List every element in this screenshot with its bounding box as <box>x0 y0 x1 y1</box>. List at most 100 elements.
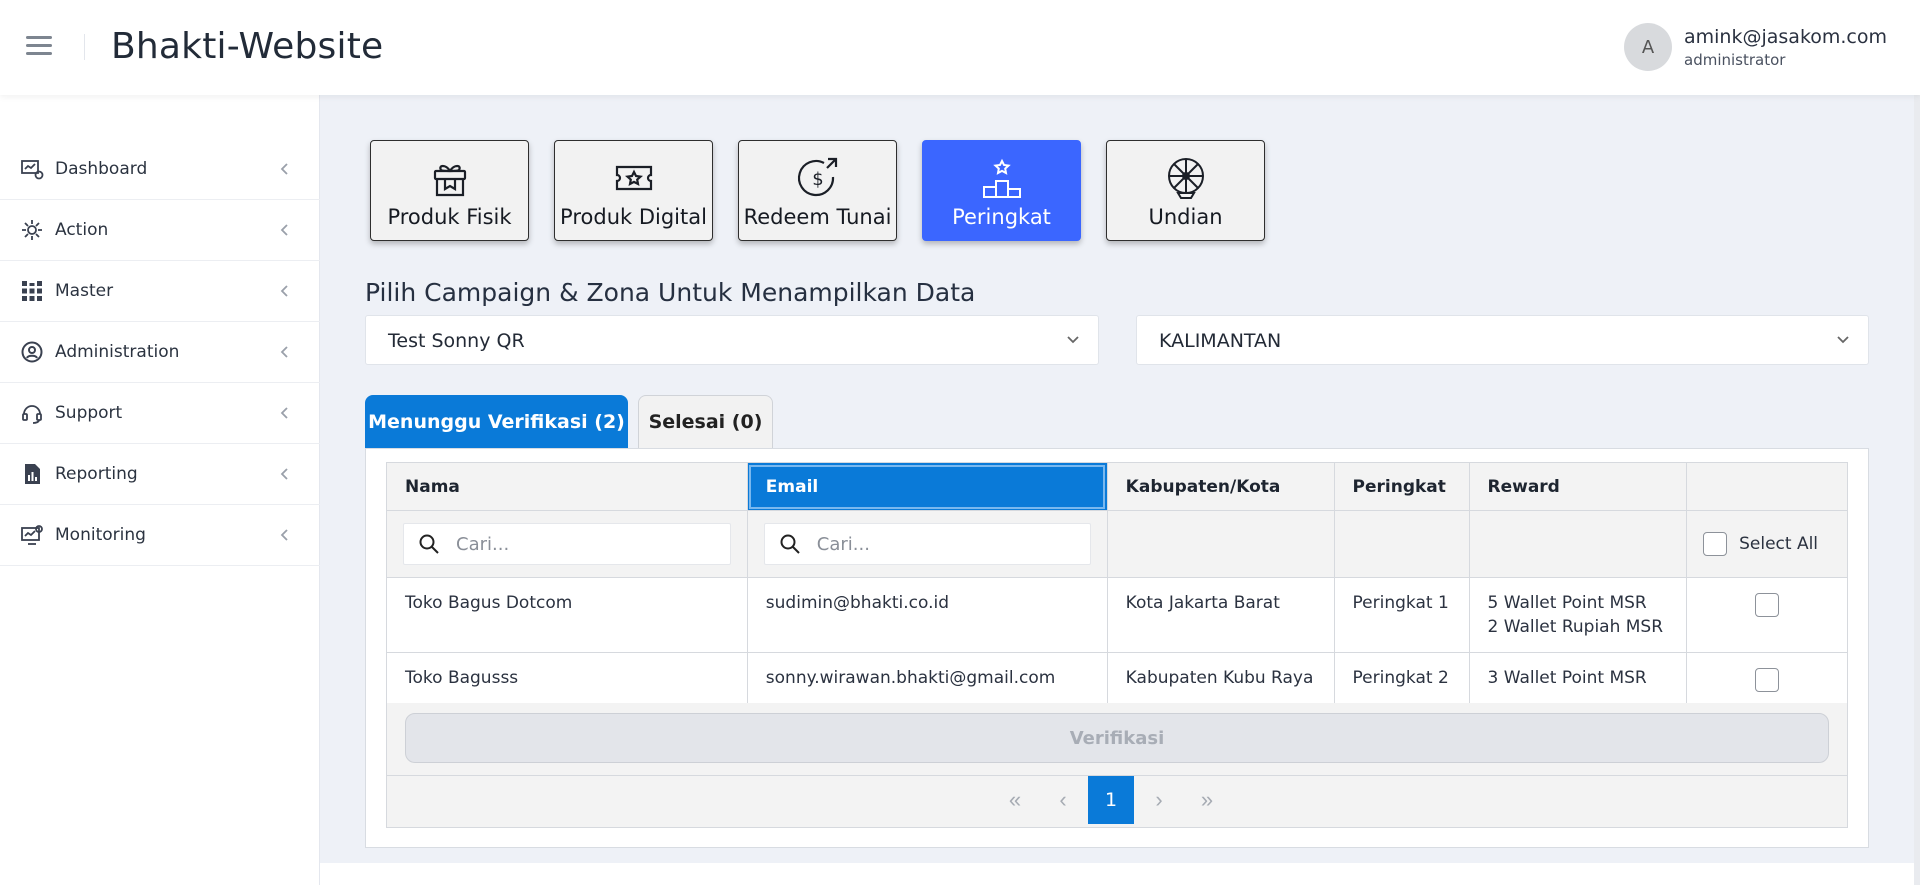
search-email[interactable] <box>763 523 1091 565</box>
chevron-left-icon <box>280 527 290 543</box>
sidebar-item-support[interactable]: Support <box>0 383 320 444</box>
bottom-strip <box>320 863 1920 885</box>
cell-kota: Kota Jakarta Barat <box>1106 577 1335 653</box>
sidebar-item-administration[interactable]: Administration <box>0 322 320 383</box>
sidebar-item-reporting[interactable]: Reporting <box>0 444 320 505</box>
avatar[interactable]: A <box>1624 23 1672 71</box>
sidebar-item-label: Monitoring <box>55 525 146 545</box>
sidebar-item-label: Reporting <box>55 464 138 484</box>
tab-selesai[interactable]: Selesai (0) <box>638 395 773 448</box>
category-label: Produk Digital <box>560 205 707 229</box>
reward-line: 5 Wallet Point MSR <box>1487 593 1647 613</box>
search-icon <box>419 534 439 554</box>
table-panel: Nama Email Kabupaten/Kota Peringkat Rewa… <box>365 448 1869 848</box>
column-header-kabupaten-kota[interactable]: Kabupaten/Kota <box>1106 462 1335 511</box>
support-icon <box>20 401 44 425</box>
select-all-label: Select All <box>1739 534 1819 554</box>
category-label: Peringkat <box>952 205 1051 229</box>
sidebar-item-dashboard[interactable]: Dashboard <box>0 139 320 200</box>
lottery-wheel-icon <box>1167 158 1204 199</box>
header-divider <box>84 34 85 60</box>
monitoring-icon <box>20 523 44 547</box>
column-header-reward[interactable]: Reward <box>1468 462 1688 511</box>
category-produk-digital-button[interactable]: Produk Digital <box>554 140 713 241</box>
chevron-left-icon <box>280 161 290 177</box>
sidebar-item-label: Master <box>55 281 114 301</box>
category-peringkat-button[interactable]: Peringkat <box>922 140 1081 241</box>
podium-icon <box>982 158 1021 198</box>
filter-cell-nama <box>386 510 748 578</box>
voucher-icon <box>615 165 652 191</box>
sidebar-item-monitoring[interactable]: Monitoring <box>0 505 320 566</box>
zone-select[interactable]: KALIMANTAN <box>1136 315 1869 365</box>
column-header-email[interactable]: Email <box>746 462 1108 511</box>
category-produk-fisik-button[interactable]: Produk Fisik <box>370 140 529 241</box>
main-content: Produk Fisik Produk Digital $ Redeem Tun… <box>320 95 1920 885</box>
tab-menunggu-verifikasi[interactable]: Menunggu Verifikasi (2) <box>365 395 628 448</box>
cell-email: sudimin@bhakti.co.id <box>746 577 1108 653</box>
user-email[interactable]: amink@jasakom.com <box>1684 26 1887 48</box>
cell-nama: Toko Bagus Dotcom <box>386 577 748 653</box>
search-nama-input[interactable] <box>456 533 676 555</box>
category-redeem-tunai-button[interactable]: $ Redeem Tunai <box>738 140 897 241</box>
section-title: Pilih Campaign & Zona Untuk Menampilkan … <box>365 278 976 307</box>
filter-cell-empty <box>1106 510 1335 578</box>
reward-line: 2 Wallet Rupiah MSR <box>1487 617 1664 637</box>
administration-icon <box>20 340 44 364</box>
cell-peringkat: Peringkat 1 <box>1333 577 1470 653</box>
zone-select-value: KALIMANTAN <box>1159 330 1282 352</box>
campaign-select[interactable]: Test Sonny QR <box>365 315 1099 365</box>
category-undian-button[interactable]: Undian <box>1106 140 1265 241</box>
filter-cell-empty <box>1468 510 1688 578</box>
first-page-button[interactable]: « <box>992 776 1038 824</box>
campaign-select-value: Test Sonny QR <box>388 330 525 352</box>
verifikasi-button[interactable]: Verifikasi <box>405 713 1829 763</box>
page-1-button[interactable]: 1 <box>1088 776 1134 824</box>
cell-checkbox <box>1686 577 1848 653</box>
cell-reward: 5 Wallet Point MSR 2 Wallet Rupiah MSR <box>1468 577 1688 653</box>
chevron-left-icon <box>280 222 290 238</box>
filter-cell-empty <box>1333 510 1470 578</box>
table-row[interactable]: Toko Bagus Dotcom sudimin@bhakti.co.id K… <box>386 577 1848 653</box>
chevron-down-icon <box>1837 336 1849 344</box>
sidebar-item-label: Support <box>55 403 123 423</box>
category-label: Produk Fisik <box>387 205 512 229</box>
chevron-left-icon <box>280 405 290 421</box>
next-page-button[interactable]: › <box>1136 776 1182 824</box>
column-header-nama[interactable]: Nama <box>386 462 748 511</box>
reporting-icon <box>20 462 44 486</box>
hamburger-menu-icon[interactable] <box>26 36 56 58</box>
sidebar-item-action[interactable]: Action <box>0 200 320 261</box>
app-title: Bhakti-Website <box>111 26 384 67</box>
filter-row: Select All <box>386 510 1848 578</box>
column-header-select <box>1686 462 1848 511</box>
category-label: Undian <box>1148 205 1223 229</box>
top-header: Bhakti-Website A amink@jasakom.com admin… <box>0 0 1920 95</box>
column-header-peringkat[interactable]: Peringkat <box>1333 462 1470 511</box>
sidebar-item-master[interactable]: Master <box>0 261 320 322</box>
chevron-down-icon <box>1067 336 1079 344</box>
sidebar-item-label: Dashboard <box>55 159 148 179</box>
page-scrollbar[interactable] <box>1914 95 1920 885</box>
chevron-left-icon <box>280 466 290 482</box>
search-nama[interactable] <box>403 523 731 565</box>
gift-box-icon <box>433 164 466 197</box>
svg-text:$: $ <box>812 169 823 190</box>
row-checkbox[interactable] <box>1755 668 1780 692</box>
filter-cell-email <box>746 510 1108 578</box>
category-label: Redeem Tunai <box>743 205 892 229</box>
chevron-left-icon <box>280 344 290 360</box>
dashboard-icon <box>20 157 44 181</box>
sidebar-item-label: Action <box>55 220 109 240</box>
sidebar-item-label: Administration <box>55 342 180 362</box>
sidebar: Dashboard Action Master Administration Suppo… <box>0 95 320 885</box>
select-all[interactable]: Select All <box>1703 532 1831 556</box>
search-email-input[interactable] <box>816 533 1037 555</box>
row-checkbox[interactable] <box>1755 593 1780 617</box>
reward-table: Nama Email Kabupaten/Kota Peringkat Rewa… <box>386 462 1848 713</box>
select-all-checkbox[interactable] <box>1703 532 1728 556</box>
table-footer: Verifikasi « ‹ 1 › » <box>386 703 1848 828</box>
prev-page-button[interactable]: ‹ <box>1040 776 1086 824</box>
action-icon <box>20 218 44 242</box>
last-page-button[interactable]: » <box>1184 776 1230 824</box>
